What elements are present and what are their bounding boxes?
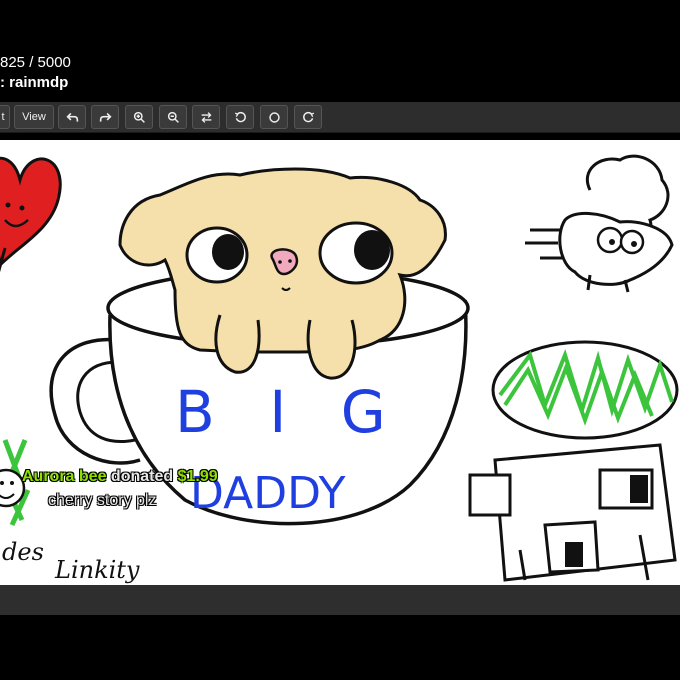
drawing-svg: B I G DADDY des Linkity [0,154,679,584]
drawing-counter: 825 / 5000 [0,54,71,71]
zoom-out-icon [167,111,179,123]
donation-message: cherry story plz [48,492,157,509]
rotate-right-icon [302,111,314,122]
heart-drawing [0,156,62,273]
view-button[interactable]: View [14,105,54,129]
undo-icon [65,112,78,122]
donation-amount: $1.99 [177,468,218,485]
zoom-out-button[interactable] [159,105,187,129]
rotate-left-icon [234,111,246,122]
artist-name: : rainmdp [0,74,69,91]
circle-icon [268,111,280,123]
redo-button[interactable] [91,105,119,129]
undo-button[interactable] [58,105,86,129]
rotate-left-button[interactable] [226,105,254,129]
block-face-drawing [468,443,677,582]
swap-icon [201,111,211,123]
toolbar: t View [0,102,680,133]
donation-verb: donated [110,468,174,485]
redo-icon [99,112,112,122]
signature-des: des [2,538,44,566]
donation-alert: Aurora bee donated $1.99 [22,468,218,486]
melon-drawing [491,340,679,440]
zoom-in-icon [133,111,145,123]
toolbar-first-button[interactable]: t [0,105,10,129]
sheep-drawing [525,154,674,293]
swap-button[interactable] [192,105,220,129]
donor-name: Aurora bee [22,468,107,485]
zoom-in-button[interactable] [125,105,153,129]
reset-rotation-button[interactable] [260,105,288,129]
signature-linkity: Linkity [54,556,140,584]
drawing-canvas[interactable]: B I G DADDY des Linkity [0,140,680,585]
rotate-right-button[interactable] [294,105,322,129]
cup-text-big: B I G [175,378,404,446]
bottom-bar [0,585,680,615]
